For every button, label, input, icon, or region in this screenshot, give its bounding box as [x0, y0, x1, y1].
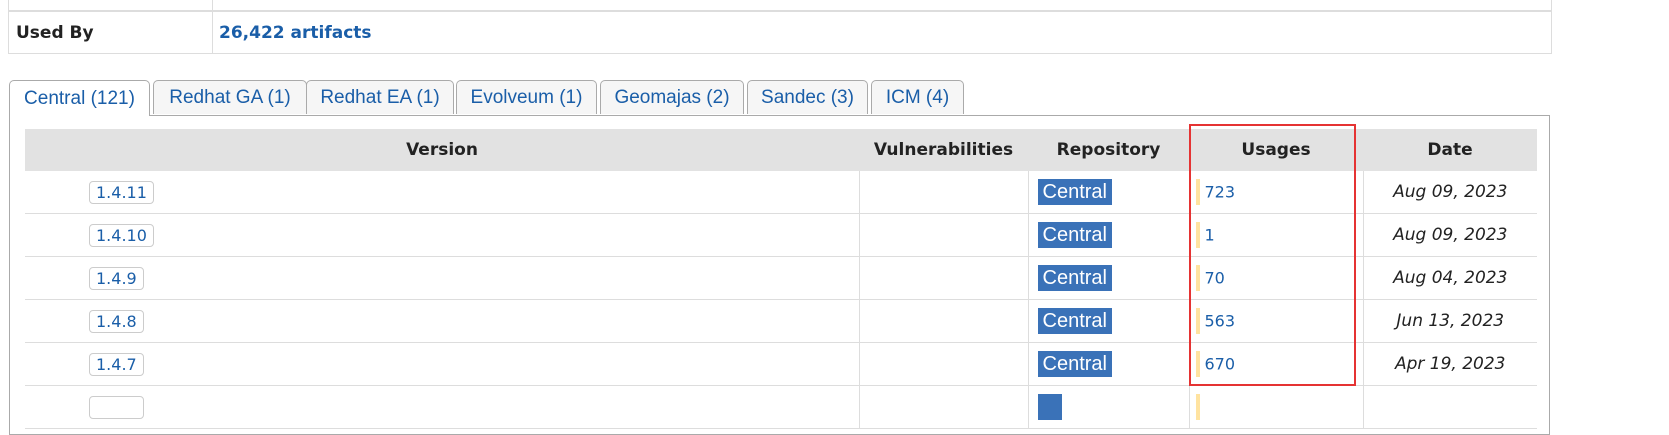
vulnerabilities-cell: [858, 299, 1028, 343]
date-cell: Apr 19, 2023: [1362, 342, 1537, 386]
repository-cell: Central: [1027, 171, 1189, 214]
header-repository: Repository: [1028, 129, 1189, 171]
usages-link[interactable]: 70: [1205, 269, 1225, 288]
repository-cell: Central: [1027, 213, 1189, 257]
used-by-link[interactable]: 26,422 artifacts: [213, 12, 372, 53]
repository-badge[interactable]: Central: [1037, 265, 1112, 291]
table-header-row: Version Vulnerabilities Repository Usage…: [25, 129, 1537, 171]
usages-cell: 723: [1188, 171, 1363, 214]
version-link[interactable]: 1.4.9: [89, 266, 144, 290]
tab-central[interactable]: Central (121): [9, 80, 150, 116]
repository-badge[interactable]: Central: [1037, 222, 1112, 248]
usages-cell: [1188, 385, 1363, 429]
usages-link[interactable]: 670: [1205, 355, 1236, 374]
header-version: Version: [25, 129, 859, 171]
date-cell: Jun 13, 2023: [1362, 299, 1537, 343]
table-row: 1.4.8 Central 563 Jun 13, 2023: [25, 299, 1537, 343]
repository-badge-partial[interactable]: C: [1037, 394, 1062, 420]
date-cell: Aug 09, 2023: [1362, 213, 1537, 257]
usages-cell: 70: [1188, 256, 1363, 300]
table-row: 1.4.10 Central 1 Aug 09, 2023: [25, 213, 1537, 257]
date-cell: Aug 04, 2023: [1362, 256, 1537, 300]
usages-link[interactable]: 723: [1205, 183, 1236, 202]
usage-bar: [1195, 394, 1200, 420]
usages-cell: 563: [1188, 299, 1363, 343]
usage-bar: [1195, 351, 1200, 377]
vulnerabilities-cell: [858, 256, 1028, 300]
repository-cell: Central: [1027, 256, 1189, 300]
date-cell: [1362, 385, 1537, 429]
version-link[interactable]: 1.4.8: [89, 309, 144, 333]
tab-redhat-ga[interactable]: Redhat GA (1): [153, 80, 307, 114]
version-cell: 0.0.0: [25, 385, 859, 429]
table-row: 1.4.9 Central 70 Aug 04, 2023: [25, 256, 1537, 300]
table-row: 1.4.11 Central 723 Aug 09, 2023: [25, 171, 1537, 214]
version-cell: 1.4.8: [25, 299, 859, 343]
usages-cell: 1: [1188, 213, 1363, 257]
repository-badge[interactable]: Central: [1037, 308, 1112, 334]
repository-badge[interactable]: Central: [1037, 351, 1112, 377]
header-usages: Usages: [1189, 129, 1363, 171]
vulnerabilities-cell: [858, 385, 1028, 429]
header-date: Date: [1363, 129, 1537, 171]
usage-bar: [1195, 222, 1200, 248]
version-link-partial[interactable]: 0.0.0: [89, 395, 144, 419]
usage-bar: [1195, 179, 1200, 205]
used-by-label: Used By: [9, 12, 213, 53]
used-by-row: Used By 26,422 artifacts: [8, 11, 1552, 54]
vulnerabilities-cell: [858, 213, 1028, 257]
usages-cell: 670: [1188, 342, 1363, 386]
tab-sandec[interactable]: Sandec (3): [747, 80, 868, 114]
tab-geomajas[interactable]: Geomajas (2): [600, 80, 744, 114]
info-table-top-row: [8, 0, 1552, 11]
version-cell: 1.4.9: [25, 256, 859, 300]
version-cell: 1.4.10: [25, 213, 859, 257]
usages-link[interactable]: 1: [1205, 226, 1215, 245]
table-row: 0.0.0 C: [25, 385, 1537, 429]
repository-cell: C: [1027, 385, 1189, 429]
version-link[interactable]: 1.4.7: [89, 352, 144, 376]
usages-link[interactable]: 563: [1205, 312, 1236, 331]
usage-bar: [1195, 308, 1200, 334]
tab-icm[interactable]: ICM (4): [871, 80, 964, 114]
version-cell: 1.4.11: [25, 171, 859, 214]
version-link[interactable]: 1.4.11: [89, 180, 154, 204]
header-vulnerabilities: Vulnerabilities: [859, 129, 1028, 171]
version-link[interactable]: 1.4.10: [89, 223, 154, 247]
versions-panel: Version Vulnerabilities Repository Usage…: [9, 115, 1550, 435]
vulnerabilities-cell: [858, 171, 1028, 214]
tab-evolveum[interactable]: Evolveum (1): [456, 80, 597, 114]
version-cell: 1.4.7: [25, 342, 859, 386]
repository-cell: Central: [1027, 299, 1189, 343]
date-cell: Aug 09, 2023: [1362, 171, 1537, 214]
vulnerabilities-cell: [858, 342, 1028, 386]
tab-redhat-ea[interactable]: Redhat EA (1): [306, 80, 454, 114]
usage-bar: [1195, 265, 1200, 291]
repository-badge[interactable]: Central: [1037, 179, 1112, 205]
info-divider: [212, 0, 213, 10]
repository-cell: Central: [1027, 342, 1189, 386]
table-row: 1.4.7 Central 670 Apr 19, 2023: [25, 342, 1537, 386]
versions-table: Version Vulnerabilities Repository Usage…: [25, 129, 1537, 429]
